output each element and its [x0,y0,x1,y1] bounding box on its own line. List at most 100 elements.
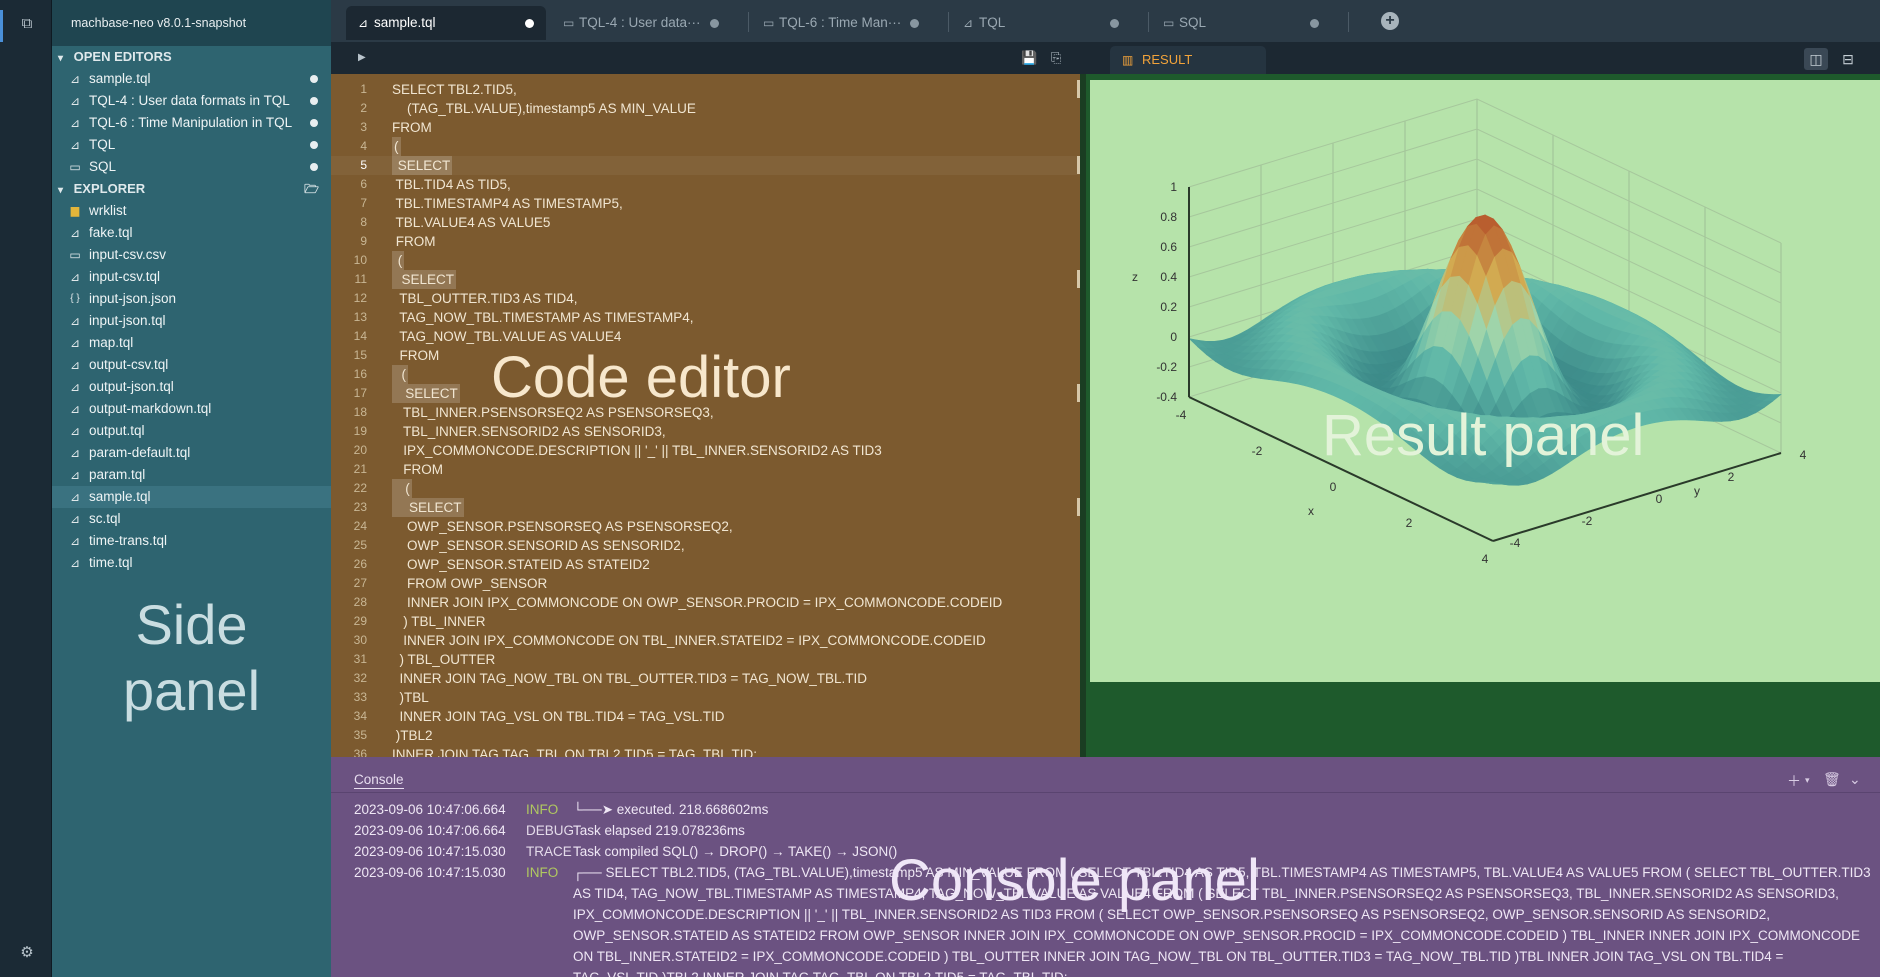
tab-result[interactable]: ▥ RESULT [1110,46,1266,74]
code-line-text: FROM OWP_SENSOR [392,576,548,591]
code-line-text: INNER JOIN TAG_VSL ON TBL.TID4 = TAG_VSL… [392,709,725,724]
file-item[interactable]: ⊿ TQL-4 : User data formats in TQL [52,90,331,112]
line-number: 26 [353,557,367,571]
file-item[interactable]: ⊿ fake.tql [52,222,331,244]
file-item[interactable]: ⊿ output-csv.tql [52,354,331,376]
file-item[interactable]: ▆ wrklist [52,200,331,222]
tab-tql-4[interactable]: ▭ TQL-4 : User data··· [551,6,731,40]
file-item[interactable]: ▭ input-csv.csv [52,244,331,266]
explorer-header[interactable]: ▾ EXPLORER 🗁 [52,178,331,200]
file-item[interactable]: ⊿ map.tql [52,332,331,354]
tab-label: SQL [1179,15,1207,30]
file-item[interactable]: { } input-json.json [52,288,331,310]
line-number: 17 [353,386,367,400]
unsaved-dot-icon[interactable] [310,75,318,83]
add-console-icon[interactable]: ＋ [1787,771,1801,791]
open-editors-label: OPEN EDITORS [73,49,172,64]
trash-icon[interactable]: 🗑 [1823,771,1841,788]
editor-toolbar: ▶ 💾 ⎘ [331,42,1080,74]
code-line-text: SELECT [392,384,460,403]
line-number: 13 [353,310,367,324]
result-chart-area[interactable]: -4 -2 0 2 4 4 2 0 -2 -4 1 0.8 0.6 0.4 0.2 0 -0.2 -0.4 x y z … [1090,80,1880,682]
save-as-icon[interactable]: ⎘ [1051,50,1061,66]
save-icon[interactable]: 💾 [1021,50,1037,66]
file-item[interactable]: ⊿ sample.tql [52,68,331,90]
code-line: 30 INNER JOIN IPX_COMMONCODE ON TBL_INNE… [331,631,1080,650]
unsaved-dot-icon[interactable] [525,19,534,28]
active-indicator [0,10,3,42]
explorer-label: EXPLORER [73,181,146,196]
tab-console[interactable]: Console [354,771,404,789]
file-item[interactable]: ⊿ sample.tql [52,486,331,508]
file-item[interactable]: ⊿ output-markdown.tql [52,398,331,420]
file-item-label: TQL-6 : Time Manipulation in TQL [89,115,293,130]
line-number: 28 [353,595,367,609]
open-folder-icon[interactable]: 🗁 [304,178,319,200]
log-message: Task compiled SQL() → DROP() → TAKE() → … [573,844,898,859]
line-number: 20 [353,443,367,457]
result-tab-label: RESULT [1142,52,1193,67]
log-message: └──➤ executed. 218.668602ms [573,802,769,817]
y-tick-label: 2 [1728,470,1735,484]
log-message: ┌── SELECT TBL2.TID5, (TAG_TBL.VALUE),ti… [573,865,1871,977]
file-item[interactable]: ⊿ input-csv.tql [52,266,331,288]
unsaved-dot-icon[interactable] [310,163,318,171]
x-tick-label: -4 [1176,408,1187,422]
tab-tql[interactable]: ⊿ TQL [951,6,1131,40]
tab-sample-tql[interactable]: ⊿ sample.tql [346,6,546,40]
code-line: 2 (TAG_TBL.VALUE),timestamp5 AS MIN_VALU… [331,99,1080,118]
code-line-text: TAG_NOW_TBL.TIMESTAMP AS TIMESTAMP4, [392,310,694,325]
console-tab-bar: Console ＋ ▾ 🗑 ⌄ [331,757,1880,793]
split-horizontal-icon[interactable]: ⊟ [1836,48,1860,70]
file-item[interactable]: ⊿ time.tql [52,552,331,574]
y-axis-label: y [1694,484,1700,498]
unsaved-dot-icon[interactable] [1310,19,1319,28]
file-item[interactable]: ▭ SQL [52,156,331,178]
chart-file-icon: ⊿ [69,556,81,570]
open-editors-header[interactable]: ▾ OPEN EDITORS [52,46,331,68]
log-entry: 2023-09-06 10:47:06.664 INFO └──➤ executed… [331,799,1880,820]
split-vertical-icon[interactable]: ◫ [1804,48,1828,70]
file-item[interactable]: ⊿ TQL-6 : Time Manipulation in TQL [52,112,331,134]
tab-sql[interactable]: ▭ SQL [1151,6,1331,40]
gear-icon[interactable]: ⚙ [18,944,36,962]
file-item[interactable]: ⊿ output-json.tql [52,376,331,398]
file-item-label: input-csv.tql [89,269,161,284]
collapse-icon[interactable]: ⌄ [1849,771,1861,788]
file-item[interactable]: ⊿ output.tql [52,420,331,442]
document-icon: ▭ [763,16,775,30]
y-tick-label: 0 [1656,492,1663,506]
run-icon[interactable]: ▶ [358,52,366,63]
side-panel-overlay-label: Side panel [52,592,331,724]
json-file-icon: { } [70,293,80,304]
add-tab-icon[interactable]: + [1381,12,1399,30]
file-item-label: sample.tql [89,71,151,86]
surface-chart[interactable]: -4 -2 0 2 4 4 2 0 -2 -4 1 0.8 0.6 0.4 0.2 0 -0.2 -0.4 x y z [1090,80,1880,682]
file-item[interactable]: ⊿ input-json.tql [52,310,331,332]
unsaved-dot-icon[interactable] [310,97,318,105]
code-editor[interactable]: 1 SELECT TBL2.TID5, 2 (TAG_TBL.VALUE),time… [331,74,1080,757]
file-item[interactable]: ⊿ TQL [52,134,331,156]
unsaved-dot-icon[interactable] [710,19,719,28]
file-item-label: map.tql [89,335,134,350]
code-line: 35 )TBL2 [331,726,1080,745]
file-item[interactable]: ⊿ time-trans.tql [52,530,331,552]
line-number: 1 [360,82,367,96]
line-number: 19 [353,424,367,438]
explorer-icon[interactable]: ⧉ [18,15,36,33]
unsaved-dot-icon[interactable] [1110,19,1119,28]
tab-tql-6[interactable]: ▭ TQL-6 : Time Man··· [751,6,931,40]
open-editors-list: ⊿ sample.tql ⊿ TQL-4 : User data formats in… [52,68,331,178]
file-item[interactable]: ⊿ param.tql [52,464,331,486]
unsaved-dot-icon[interactable] [310,119,318,127]
chevron-down-icon[interactable]: ▾ [1805,775,1810,786]
file-item[interactable]: ⊿ sc.tql [52,508,331,530]
line-number: 2 [360,101,367,115]
unsaved-dot-icon[interactable] [310,141,318,149]
file-item-label: output-csv.tql [89,357,169,372]
unsaved-dot-icon[interactable] [910,19,919,28]
file-item[interactable]: ⊿ param-default.tql [52,442,331,464]
code-line: 36 INNER JOIN TAG TAG_TBL ON TBL2.TID5 = … [331,745,1080,757]
line-number: 22 [353,481,367,495]
code-editor-overlay-label: Code editor [491,345,791,410]
